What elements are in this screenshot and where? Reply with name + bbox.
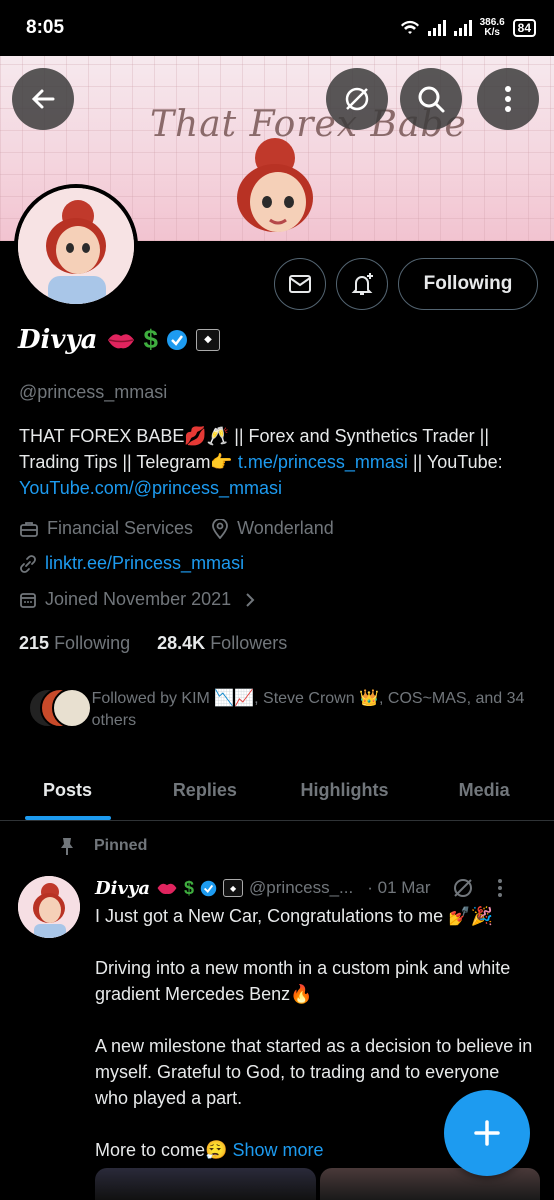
back-arrow-icon xyxy=(31,89,55,109)
post-avatar-image xyxy=(18,876,80,938)
post-avatar[interactable] xyxy=(18,876,80,938)
lips-icon xyxy=(107,333,134,348)
tab-highlights[interactable]: Highlights xyxy=(275,760,415,820)
chevron-right-icon xyxy=(246,592,255,607)
profile-category: Financial Services xyxy=(47,518,194,538)
envelope-icon xyxy=(289,275,311,293)
youtube-link[interactable]: YouTube.com/@princess_mmasi xyxy=(19,478,282,498)
pin-icon xyxy=(61,838,73,855)
avatar-cartoon-image xyxy=(18,188,134,304)
verified-badge-icon xyxy=(200,880,217,896)
telegram-link[interactable]: t.me/princess_mmasi xyxy=(238,452,408,472)
pinned-label: Pinned xyxy=(58,836,147,856)
bio-text-2: || YouTube: xyxy=(407,452,503,472)
affiliate-badge-icon[interactable]: ◆ xyxy=(195,328,220,351)
profile-avatar[interactable] xyxy=(14,184,138,308)
website-link[interactable]: linktr.ee/Princess_mmasi xyxy=(45,553,244,574)
dollar-icon: $ xyxy=(184,877,195,898)
briefcase-icon xyxy=(20,521,38,537)
profile-name: Divya xyxy=(18,324,98,355)
plus-icon xyxy=(474,1120,500,1146)
profile-joined-row[interactable]: Joined November 2021 xyxy=(19,589,255,610)
following-count-link[interactable]: 215 Following xyxy=(19,633,130,653)
dollar-icon: $ xyxy=(143,324,158,354)
search-icon xyxy=(418,86,445,113)
calendar-icon xyxy=(20,592,36,608)
profile-joined: Joined November 2021 xyxy=(45,589,232,609)
notify-button[interactable] xyxy=(336,258,388,310)
profile-stats: 215 Following 28.4K Followers xyxy=(19,633,287,654)
more-options-button[interactable] xyxy=(477,68,539,130)
grok-icon[interactable] xyxy=(451,876,475,900)
tab-replies[interactable]: Replies xyxy=(135,760,275,820)
location-pin-icon xyxy=(212,518,228,539)
battery-icon: 84 xyxy=(512,19,536,37)
pinned-text: Pinned xyxy=(94,837,148,854)
post-date: · 01 Mar xyxy=(367,878,431,897)
wifi-icon xyxy=(400,20,419,34)
followed-by[interactable]: Followed by KIM 📉📈, Steve Crown 👑, COS~M… xyxy=(28,688,538,732)
link-icon xyxy=(20,554,36,573)
following-button[interactable]: Following xyxy=(398,258,538,310)
profile-name-row: Divya $ ◆ xyxy=(18,324,220,355)
message-button[interactable] xyxy=(274,258,326,310)
post-author-name[interactable]: Divya xyxy=(95,878,150,899)
followers-count-link[interactable]: 28.4K Followers xyxy=(157,633,287,653)
tab-media[interactable]: Media xyxy=(414,760,554,820)
post-header: Divya $ ◆ @princess_... · 01 Mar xyxy=(95,876,540,900)
show-more-link[interactable]: Show more xyxy=(232,1140,323,1160)
search-button[interactable] xyxy=(400,68,462,130)
status-bar: 8:05 386.6 K/s 84 xyxy=(0,0,554,56)
post-media-image-2[interactable] xyxy=(319,1168,540,1200)
profile-website-row: linktr.ee/Princess_mmasi xyxy=(19,553,244,574)
signal-icon xyxy=(427,20,446,36)
profile-location: Wonderland xyxy=(237,518,334,538)
grok-icon xyxy=(345,87,369,111)
back-button[interactable] xyxy=(12,68,74,130)
banner-cartoon-image xyxy=(237,138,313,232)
verified-badge-icon[interactable] xyxy=(166,329,188,351)
net-speed: 386.6 K/s xyxy=(479,17,505,38)
profile-tabs: Posts Replies Highlights Media xyxy=(0,760,554,821)
signal-icon-2 xyxy=(453,20,472,36)
more-vertical-icon[interactable] xyxy=(497,878,503,898)
follower-avatars xyxy=(28,688,92,728)
profile-meta-row: Financial Services Wonderland xyxy=(19,518,334,539)
status-time: 8:05 xyxy=(26,17,65,38)
post-paragraph: I Just got a New Car, Congratulations to… xyxy=(95,906,493,926)
more-vertical-icon xyxy=(505,86,511,112)
status-icons: 386.6 K/s 84 xyxy=(400,18,536,38)
profile-handle: @princess_mmasi xyxy=(19,382,168,402)
affiliate-badge-icon: ◆ xyxy=(223,879,244,897)
tab-posts[interactable]: Posts xyxy=(0,760,135,820)
bell-plus-icon xyxy=(351,273,373,295)
post-media-image-1[interactable] xyxy=(95,1168,316,1200)
grok-button[interactable] xyxy=(326,68,388,130)
post-author-handle: @princess_... xyxy=(249,878,354,897)
followed-by-text: Followed by KIM 📉📈, Steve Crown 👑, COS~M… xyxy=(91,690,525,729)
compose-post-button[interactable] xyxy=(444,1090,530,1176)
lips-icon xyxy=(157,883,177,895)
profile-bio: THAT FOREX BABE💋🥂 || Forex and Synthetic… xyxy=(19,423,539,501)
post-paragraph: Driving into a new month in a custom pin… xyxy=(95,958,511,1004)
follower-avatar-3 xyxy=(52,688,92,728)
